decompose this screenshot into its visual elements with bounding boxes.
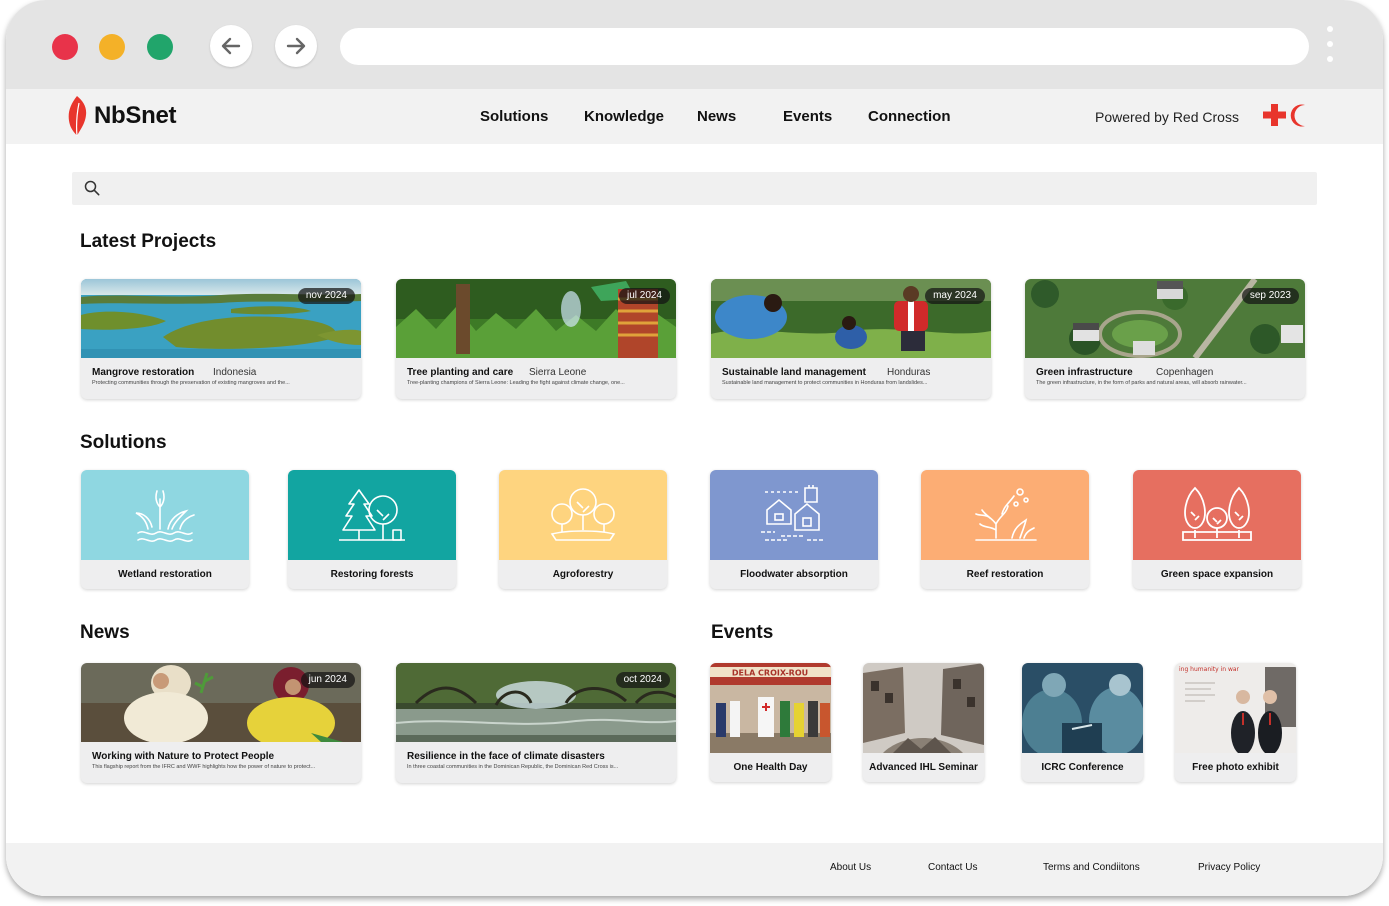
- maximize-window-button[interactable]: [147, 34, 173, 60]
- floodwater-icon: [761, 485, 825, 541]
- date-badge: jun 2024: [300, 672, 355, 688]
- leaf-logo-icon: [68, 96, 87, 137]
- solution-card-floodwater[interactable]: Floodwater absorption: [710, 470, 878, 589]
- project-image-land-management: may 2024: [711, 279, 991, 358]
- solution-label: Wetland restoration: [118, 569, 212, 580]
- search-bar[interactable]: [72, 172, 1317, 205]
- events-heading: Events: [711, 622, 774, 643]
- date-badge: jul 2024: [618, 288, 670, 304]
- address-bar[interactable]: [340, 28, 1309, 65]
- powered-by-text: Powered by Red Cross: [1095, 109, 1239, 125]
- project-card[interactable]: may 2024 Sustainable land management Hon…: [711, 279, 991, 399]
- site-logo[interactable]: NbSnet: [66, 95, 177, 137]
- project-title: Mangrove restoration: [92, 367, 195, 378]
- event-card-ihl-seminar[interactable]: Advanced IHL Seminar: [863, 663, 984, 782]
- event-image-one-health: DELA CROIX-ROU: [710, 663, 831, 753]
- site-footer: About Us Contact Us Terms and Condiitons…: [6, 843, 1383, 896]
- solutions-heading: Solutions: [80, 432, 167, 453]
- project-location: Indonesia: [213, 367, 257, 378]
- forward-button[interactable]: [275, 25, 317, 67]
- news-card[interactable]: oct 2024 Resilience in the face of clima…: [396, 663, 676, 783]
- footer-terms-link[interactable]: Terms and Condiitons: [1043, 862, 1140, 873]
- footer-privacy-link[interactable]: Privacy Policy: [1198, 862, 1260, 873]
- reef-icon: [975, 488, 1037, 541]
- event-image-photo-exhibit: ing humanity in war: [1175, 663, 1296, 753]
- nav-solutions[interactable]: Solutions: [480, 108, 548, 125]
- red-cross-crescent-icon: [1263, 104, 1305, 127]
- solution-card-agroforestry[interactable]: Agroforestry: [499, 470, 667, 589]
- project-title: Tree planting and care: [407, 367, 514, 378]
- news-title: Resilience in the face of climate disast…: [407, 751, 605, 762]
- news-description: This flagship report from the IFRC and W…: [92, 764, 316, 770]
- agroforestry-icon: [550, 488, 616, 541]
- solution-label: Restoring forests: [330, 569, 414, 580]
- browser-toolbar: [6, 0, 1383, 89]
- arrow-right-icon: [286, 37, 306, 55]
- solution-label: Reef restoration: [966, 569, 1044, 580]
- event-image-icrc-conference: [1022, 663, 1143, 753]
- news-image-nature-people: jun 2024: [81, 663, 361, 742]
- green-space-icon: [1182, 486, 1252, 541]
- project-image-green-infrastructure: sep 2023: [1025, 279, 1305, 358]
- event-card-icrc-conference[interactable]: ICRC Conference: [1022, 663, 1143, 782]
- event-label: ICRC Conference: [1041, 762, 1124, 773]
- browser-menu-icon[interactable]: [1326, 26, 1334, 68]
- nav-connection[interactable]: Connection: [868, 108, 951, 125]
- project-location: Sierra Leone: [529, 367, 587, 378]
- event-sign-text: DELA CROIX-ROU: [732, 669, 808, 678]
- project-description: The green infrastructure, in the form of…: [1036, 380, 1247, 386]
- project-title: Sustainable land management: [722, 367, 866, 378]
- project-location: Honduras: [887, 367, 931, 378]
- solution-label: Green space expansion: [1160, 569, 1274, 580]
- forest-icon: [339, 489, 405, 541]
- project-location: Copenhagen: [1156, 367, 1214, 378]
- site-header: NbSnet Solutions Knowledge News Events C…: [6, 89, 1383, 144]
- wetland-icon: [135, 490, 195, 542]
- project-description: Tree-planting champions of Sierra Leone:…: [407, 380, 625, 386]
- news-heading: News: [80, 622, 130, 643]
- close-window-button[interactable]: [52, 34, 78, 60]
- solution-label: Agroforestry: [552, 569, 614, 580]
- date-badge: sep 2023: [1241, 288, 1299, 304]
- event-sign-text: ing humanity in war: [1179, 666, 1240, 673]
- nav-news[interactable]: News: [697, 108, 736, 125]
- site-name: NbSnet: [94, 102, 177, 129]
- search-icon: [84, 180, 100, 196]
- project-card[interactable]: jul 2024 Tree planting and care Sierra L…: [396, 279, 676, 399]
- news-description: In three coastal communities in the Domi…: [407, 764, 619, 770]
- project-image-tree-planting: jul 2024: [396, 279, 676, 358]
- project-card[interactable]: nov 2024 Mangrove restoration Indonesia …: [81, 279, 361, 399]
- event-label: Advanced IHL Seminar: [869, 762, 978, 773]
- date-badge: nov 2024: [297, 288, 355, 304]
- project-description: Protecting communities through the prese…: [92, 380, 290, 386]
- solution-card-green-space[interactable]: Green space expansion: [1133, 470, 1301, 589]
- news-card[interactable]: jun 2024 Working with Nature to Protect …: [81, 663, 361, 783]
- event-card-photo-exhibit[interactable]: ing humanity in war Free photo exhibit: [1175, 663, 1296, 782]
- minimize-window-button[interactable]: [99, 34, 125, 60]
- event-card-one-health[interactable]: DELA CROIX-ROU One Health Day: [710, 663, 831, 782]
- event-label: Free photo exhibit: [1192, 762, 1279, 773]
- solution-card-wetland[interactable]: Wetland restoration: [81, 470, 249, 589]
- browser-window: NbSnet Solutions Knowledge News Events C…: [6, 0, 1383, 896]
- solution-card-forests[interactable]: Restoring forests: [288, 470, 456, 589]
- event-image-ihl-seminar: [863, 663, 984, 753]
- date-badge: oct 2024: [615, 672, 670, 688]
- latest-projects-heading: Latest Projects: [80, 231, 217, 252]
- project-image-mangrove: nov 2024: [81, 279, 361, 358]
- project-card[interactable]: sep 2023 Green infrastructure Copenhagen…: [1025, 279, 1305, 399]
- footer-about-link[interactable]: About Us: [830, 862, 871, 873]
- footer-contact-link[interactable]: Contact Us: [928, 862, 977, 873]
- solution-card-reef[interactable]: Reef restoration: [921, 470, 1089, 589]
- date-badge: may 2024: [925, 288, 985, 304]
- project-title: Green infrastructure: [1036, 367, 1133, 378]
- news-image-climate-resilience: oct 2024: [396, 663, 676, 742]
- back-button[interactable]: [210, 25, 252, 67]
- event-label: One Health Day: [733, 762, 808, 773]
- arrow-left-icon: [221, 37, 241, 55]
- news-title: Working with Nature to Protect People: [92, 751, 275, 762]
- project-description: Sustainable land management to protect c…: [722, 380, 928, 386]
- nav-events[interactable]: Events: [783, 108, 832, 125]
- solution-label: Floodwater absorption: [740, 569, 848, 580]
- nav-knowledge[interactable]: Knowledge: [584, 108, 664, 125]
